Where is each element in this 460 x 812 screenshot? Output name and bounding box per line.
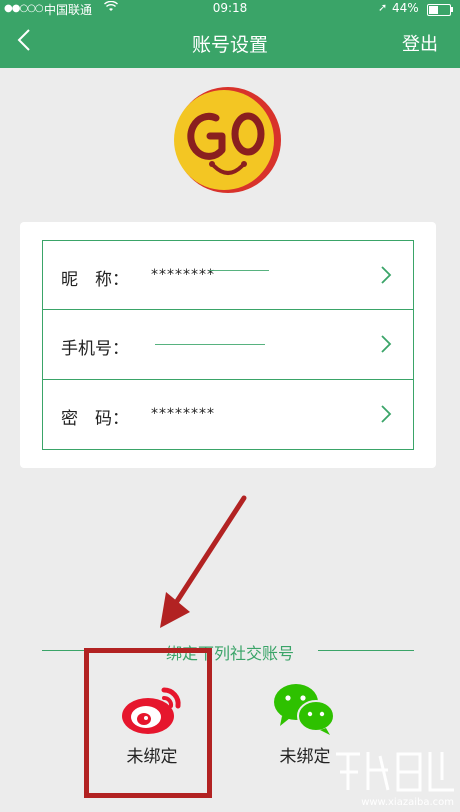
location-arrow-icon: ➚: [378, 1, 388, 14]
password-value: ********: [151, 406, 215, 422]
nickname-value: ********: [151, 267, 215, 283]
page-title: 账号设置: [191, 34, 268, 56]
password-row[interactable]: 密 码： ********: [42, 380, 414, 450]
watermark-logo: [336, 752, 454, 792]
avatar[interactable]: [174, 86, 282, 194]
logout-button[interactable]: 登出: [402, 30, 438, 56]
go-logo-avatar: [174, 87, 281, 193]
nickname-row[interactable]: 昵 称： ********: [42, 240, 414, 310]
phone-row[interactable]: 手机号：: [42, 310, 414, 380]
divider: [318, 650, 414, 651]
social-accounts-heading: 绑定下列社交账号: [165, 644, 294, 663]
status-bar: ●●○○○ 中国联通 09:18 ➚ 44%: [0, 0, 460, 18]
chevron-right-icon: [381, 266, 392, 284]
chevron-right-icon: [381, 335, 392, 353]
clock: 09:18: [212, 1, 248, 15]
wechat-icon[interactable]: [272, 682, 336, 736]
account-info-card: 昵 称： ******** 手机号： 密 码： ********: [20, 222, 436, 468]
battery-tip: [451, 7, 453, 12]
wechat-logo: [274, 684, 335, 735]
chevron-right-icon: [381, 405, 392, 423]
navigation-bar: ●●○○○ 中国联通 09:18 ➚ 44% 账号设置 登出: [0, 0, 460, 68]
battery-icon: [427, 4, 451, 16]
battery-level: [429, 6, 438, 14]
redaction-line: [209, 270, 269, 271]
site-watermark: www.xiazaiba.com: [332, 744, 458, 808]
nickname-label: 昵 称：: [61, 270, 129, 290]
watermark-url: www.xiazaiba.com: [361, 797, 454, 808]
redaction-line: [155, 344, 265, 345]
phone-label: 手机号：: [61, 339, 129, 359]
highlight-box: [84, 648, 212, 798]
password-label: 密 码：: [61, 409, 129, 429]
battery-percentage: 44%: [392, 1, 419, 15]
